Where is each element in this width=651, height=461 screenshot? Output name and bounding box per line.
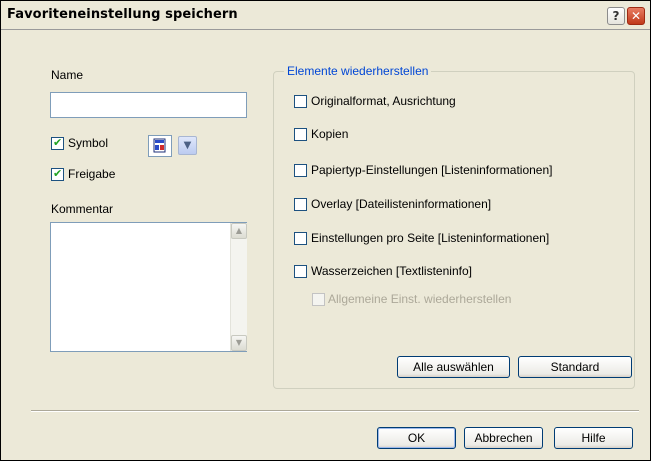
symbol-label: Symbol bbox=[68, 136, 109, 150]
ok-button[interactable]: OK bbox=[377, 427, 456, 449]
kommentar-textarea[interactable]: ▲ ▼ bbox=[50, 222, 247, 352]
freigabe-checkbox[interactable] bbox=[51, 167, 64, 181]
option-checkbox-kopien[interactable] bbox=[294, 128, 307, 141]
option-label-originalformat: Originalformat, Ausrichtung bbox=[311, 94, 456, 108]
option-label-papiertyp: Papiertyp-Einstellungen [Listeninformati… bbox=[311, 163, 553, 177]
dialog-window: Favoriteneinstellung speichern ? ✕ Name … bbox=[0, 0, 651, 461]
standard-button[interactable]: Standard bbox=[518, 356, 632, 378]
restore-elements-group bbox=[273, 71, 635, 389]
cancel-button[interactable]: Abbrechen bbox=[464, 427, 543, 449]
option-label-wasserzeichen: Wasserzeichen [Textlisteninfo] bbox=[311, 264, 472, 278]
help-button[interactable]: Hilfe bbox=[554, 427, 633, 449]
symbol-preview-box[interactable] bbox=[148, 135, 172, 157]
symbol-checkbox[interactable] bbox=[51, 136, 64, 150]
kommentar-label: Kommentar bbox=[51, 202, 114, 216]
chevron-up-icon: ▲ bbox=[235, 226, 243, 235]
restore-elements-legend: Elemente wiederherstellen bbox=[284, 64, 432, 78]
option-checkbox-originalformat[interactable] bbox=[294, 95, 307, 108]
freigabe-label: Freigabe bbox=[68, 167, 116, 181]
chevron-down-icon: ▼ bbox=[183, 140, 192, 151]
name-label: Name bbox=[51, 68, 84, 82]
option-checkbox-allgemeine bbox=[312, 293, 325, 306]
option-label-allgemeine: Allgemeine Einst. wiederherstellen bbox=[328, 292, 512, 306]
chevron-down-icon: ▼ bbox=[235, 338, 243, 347]
close-title-button[interactable]: ✕ bbox=[627, 7, 645, 25]
footer-separator bbox=[31, 410, 639, 412]
scroll-down-button[interactable]: ▼ bbox=[231, 335, 247, 351]
select-all-button[interactable]: Alle auswählen bbox=[397, 356, 510, 378]
option-checkbox-papiertyp[interactable] bbox=[294, 164, 307, 177]
printer-setting-icon bbox=[153, 138, 166, 153]
option-checkbox-overlay[interactable] bbox=[294, 198, 307, 211]
scroll-up-button[interactable]: ▲ bbox=[231, 223, 247, 239]
option-label-overlay: Overlay [Dateilisteninformationen] bbox=[311, 197, 492, 211]
kommentar-scrollbar[interactable]: ▲ ▼ bbox=[230, 223, 247, 351]
option-checkbox-wasserzeichen[interactable] bbox=[294, 265, 307, 278]
help-title-button[interactable]: ? bbox=[607, 7, 625, 25]
window-title: Favoriteneinstellung speichern bbox=[7, 7, 238, 22]
option-checkbox-pro-seite[interactable] bbox=[294, 232, 307, 245]
title-bar[interactable]: Favoriteneinstellung speichern ? ✕ bbox=[1, 1, 650, 30]
option-label-pro-seite: Einstellungen pro Seite [Listeninformati… bbox=[311, 231, 550, 245]
option-label-kopien: Kopien bbox=[311, 127, 349, 141]
name-input[interactable] bbox=[50, 92, 247, 118]
symbol-dropdown-button[interactable]: ▼ bbox=[178, 136, 197, 155]
